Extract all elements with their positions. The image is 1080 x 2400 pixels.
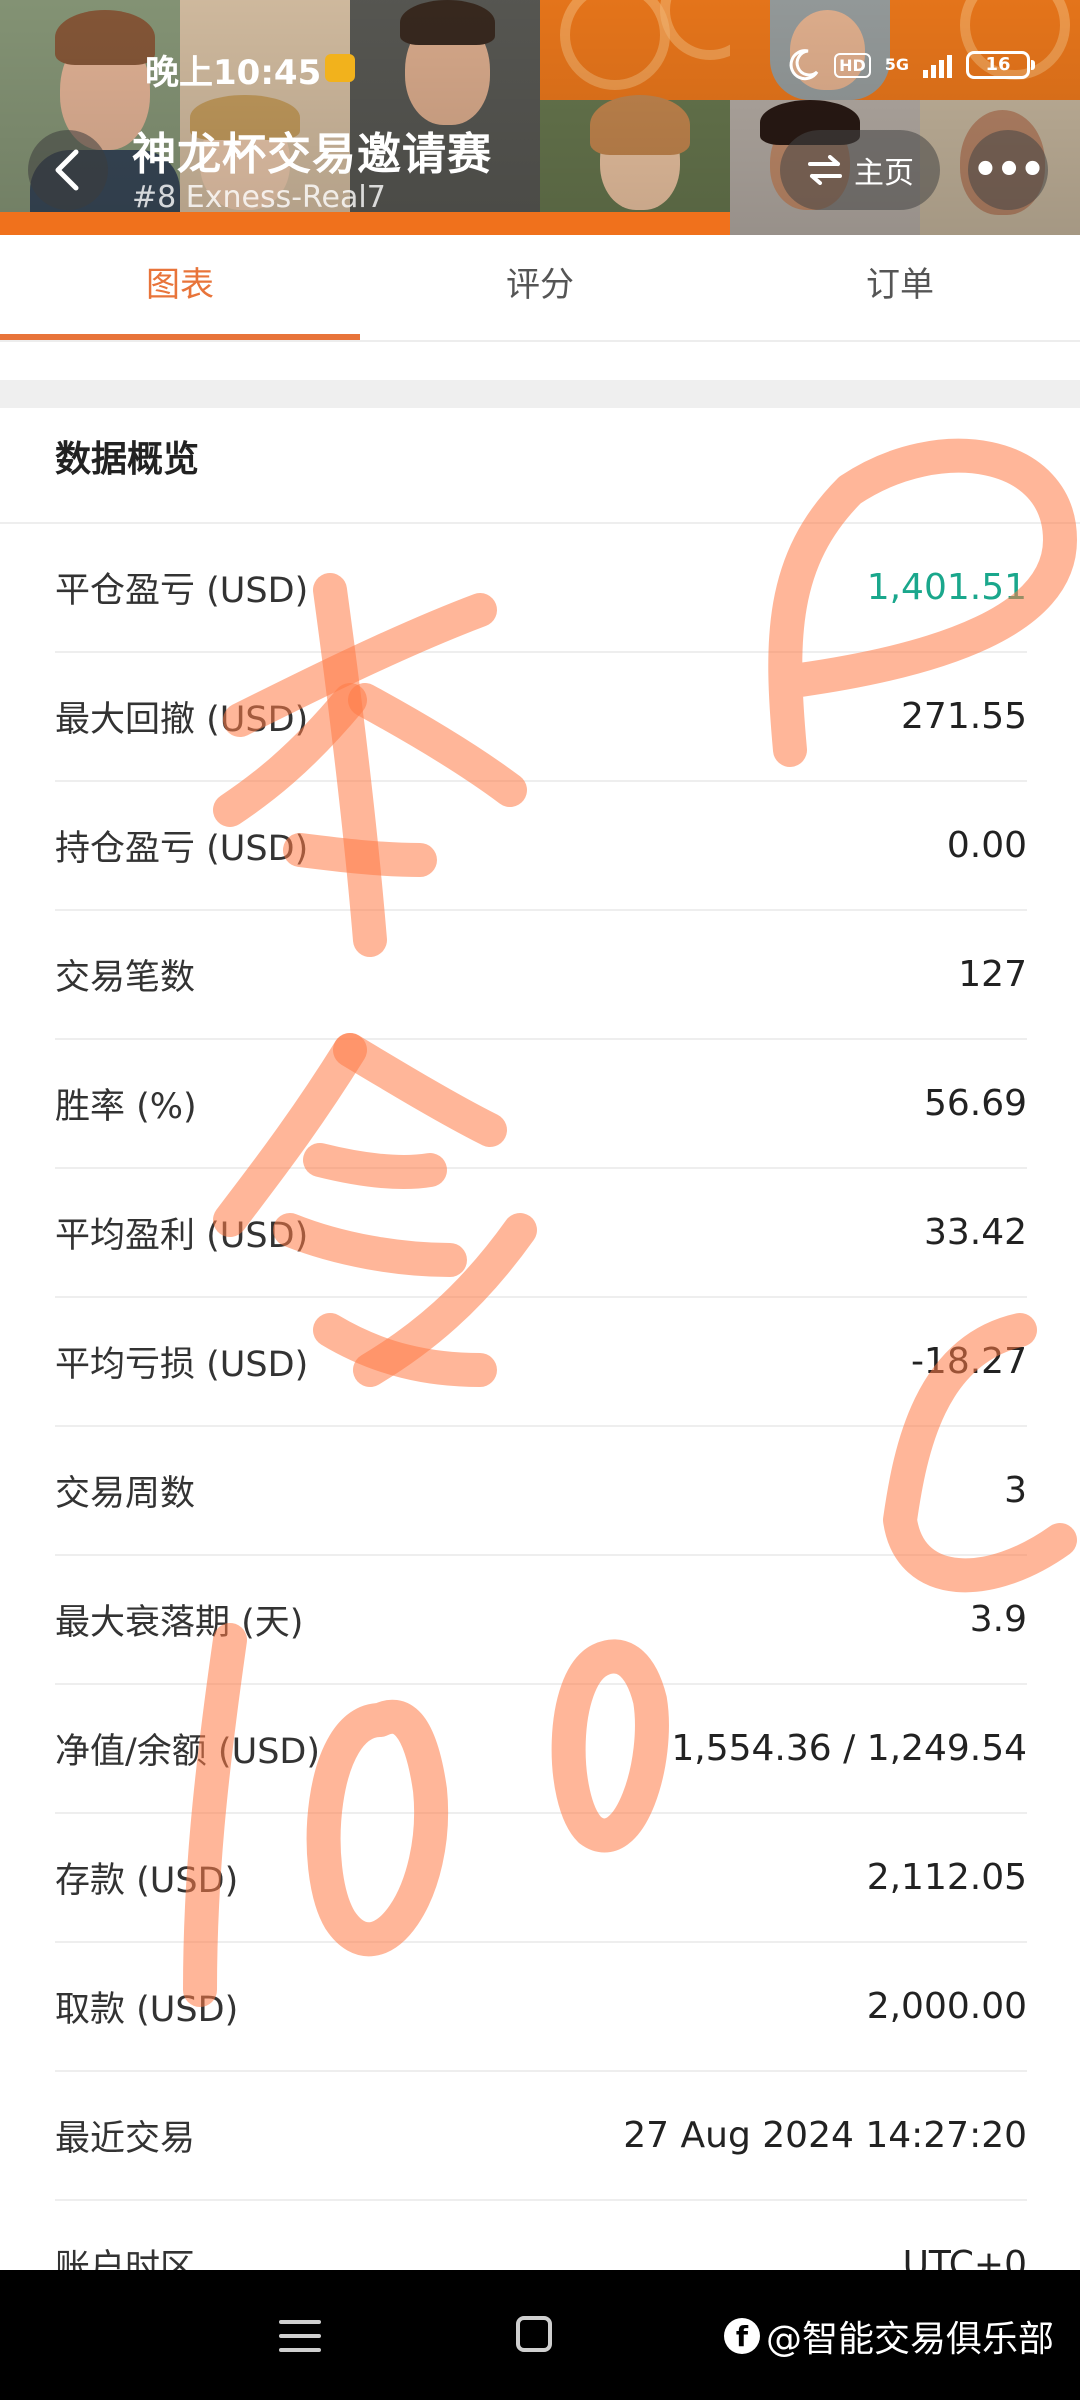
network-type: 5G [884, 55, 909, 74]
home-button[interactable]: 主页 [780, 130, 940, 210]
stat-label: 胜率 (%) [55, 1087, 197, 1127]
do-not-disturb-icon [789, 49, 819, 81]
stat-value: -18.27 [910, 1341, 1027, 1382]
more-icon: ••• [972, 147, 1046, 193]
tab-orders[interactable]: 订单 [720, 235, 1080, 340]
page-title: 神龙杯交易邀请赛 [132, 129, 492, 180]
overview-list: 平仓盈亏 (USD) 1,401.51 最大回撤 (USD) 271.55 持仓… [55, 524, 1027, 2330]
stat-row-max-drawdown: 最大回撤 (USD) 271.55 [55, 653, 1027, 782]
stat-row-trade-count: 交易笔数 127 [55, 911, 1027, 1040]
home-label: 主页 [854, 156, 914, 191]
stat-value: 3.9 [969, 1599, 1027, 1640]
stat-label: 平均盈利 (USD) [55, 1216, 309, 1256]
stat-label: 最大回撤 (USD) [55, 700, 309, 740]
banner-stripe [0, 212, 730, 235]
hd-icon: HD [834, 52, 871, 78]
caption-text: @智能交易俱乐部 [766, 2319, 1055, 2360]
facebook-icon: f [724, 2318, 760, 2354]
status-time: 晚上10:45 [145, 53, 322, 93]
battery-icon: 16 [966, 51, 1035, 79]
more-button[interactable]: ••• [968, 130, 1048, 210]
chevron-left-icon [55, 149, 79, 191]
stat-value: 1,401.51 [866, 567, 1027, 608]
stat-row-max-decline-period: 最大衰落期 (天) 3.9 [55, 1556, 1027, 1685]
stat-row-last-trade: 最近交易 27 Aug 2024 14:27:20 [55, 2072, 1027, 2201]
stat-row-deposit: 存款 (USD) 2,112.05 [55, 1814, 1027, 1943]
stat-label: 平均亏损 (USD) [55, 1345, 309, 1385]
stat-label: 存款 (USD) [55, 1861, 239, 1901]
stat-label: 交易周数 [55, 1474, 196, 1514]
stat-row-trade-weeks: 交易周数 3 [55, 1427, 1027, 1556]
stat-label: 最大衰落期 (天) [55, 1603, 304, 1643]
stat-label: 净值/余额 (USD) [55, 1732, 321, 1772]
source-caption: f @智能交易俱乐部 [724, 2310, 1054, 2362]
tab-bar: 图表 评分 订单 [0, 235, 1080, 342]
stat-row-avg-loss: 平均亏损 (USD) -18.27 [55, 1298, 1027, 1427]
notification-icon [325, 54, 355, 82]
back-button[interactable] [28, 130, 108, 210]
section-title: 数据概览 [55, 439, 200, 480]
stat-row-equity-balance: 净值/余额 (USD) 1,554.36 / 1,249.54 [55, 1685, 1027, 1814]
account-subtitle: #8 Exness-Real7 [132, 180, 386, 215]
stat-row-closed-pnl: 平仓盈亏 (USD) 1,401.51 [55, 524, 1027, 653]
menu-icon[interactable] [278, 2318, 322, 2354]
stat-value: 2,112.05 [866, 1857, 1027, 1898]
stat-value: 127 [958, 954, 1027, 995]
stat-value: 1,554.36 / 1,249.54 [671, 1728, 1027, 1769]
system-navbar: f @智能交易俱乐部 [0, 2270, 1080, 2400]
stat-row-avg-profit: 平均盈利 (USD) 33.42 [55, 1169, 1027, 1298]
stat-value: 0.00 [946, 825, 1027, 866]
stat-value: 56.69 [923, 1083, 1027, 1124]
section-separator [0, 380, 1080, 408]
home-nav-icon[interactable] [516, 2316, 552, 2352]
stat-row-withdrawal: 取款 (USD) 2,000.00 [55, 1943, 1027, 2072]
stat-label: 平仓盈亏 (USD) [55, 571, 309, 611]
tab-chart[interactable]: 图表 [0, 235, 360, 340]
switch-icon [808, 155, 842, 185]
tab-score[interactable]: 评分 [360, 235, 720, 340]
stat-row-open-pnl: 持仓盈亏 (USD) 0.00 [55, 782, 1027, 911]
stat-row-win-rate: 胜率 (%) 56.69 [55, 1040, 1027, 1169]
stat-value: 33.42 [923, 1212, 1027, 1253]
signal-icon [923, 52, 952, 78]
stat-value: 271.55 [901, 696, 1027, 737]
stat-label: 持仓盈亏 (USD) [55, 829, 309, 869]
stat-value: 27 Aug 2024 14:27:20 [623, 2115, 1027, 2156]
stat-label: 取款 (USD) [55, 1990, 239, 2030]
stat-label: 交易笔数 [55, 958, 196, 998]
status-icons: HD 5G 16 [786, 48, 1035, 82]
stat-value: 3 [1004, 1470, 1027, 1511]
stat-label: 最近交易 [55, 2119, 196, 2159]
stat-value: 2,000.00 [866, 1986, 1027, 2027]
